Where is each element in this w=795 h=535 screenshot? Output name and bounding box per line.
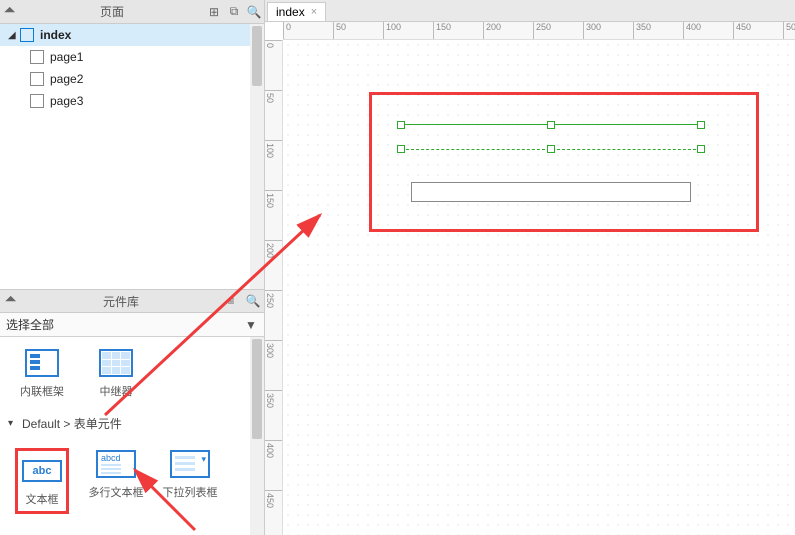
ruler-tick: 0 xyxy=(265,40,282,48)
resize-handle-ne[interactable] xyxy=(697,121,705,129)
tab-close-icon[interactable]: × xyxy=(311,6,317,18)
widget-droplist[interactable]: 下拉列表框 xyxy=(162,448,218,514)
pages-tree: ◢ index page1 page2 page3 xyxy=(0,24,264,289)
widget-label: 多行文本框 xyxy=(89,484,144,500)
library-category[interactable]: ▾ Default > 表单元件 xyxy=(0,409,264,438)
ruler-tick: 400 xyxy=(683,22,701,39)
widget-multiline[interactable]: 多行文本框 xyxy=(88,448,144,514)
ruler-tick: 250 xyxy=(265,290,282,308)
tree-root-index[interactable]: ◢ index xyxy=(0,24,264,46)
inline-frame-icon xyxy=(25,349,59,377)
page-icon xyxy=(30,50,44,64)
tree-item-page1[interactable]: page1 xyxy=(0,46,264,68)
ruler-tick: 300 xyxy=(583,22,601,39)
tab-label: index xyxy=(276,5,305,19)
page-icon xyxy=(30,72,44,86)
scrollbar-thumb[interactable] xyxy=(252,26,262,86)
canvas-textfield-widget[interactable] xyxy=(411,182,691,202)
textfield-icon: abc xyxy=(22,460,62,482)
widget-label: 内联框架 xyxy=(20,383,64,399)
widget-label: 文本框 xyxy=(22,491,62,507)
chevron-down-icon: ▾ xyxy=(8,418,22,429)
add-folder-icon[interactable]: ⧉ xyxy=(224,2,244,22)
resize-handle-n[interactable] xyxy=(547,121,555,129)
ruler-tick: 100 xyxy=(265,140,282,158)
tree-item-label: page3 xyxy=(50,94,83,108)
canvas-tabbar: index × xyxy=(265,0,795,22)
ruler-tick: 150 xyxy=(433,22,451,39)
add-page-icon[interactable]: ⊞ xyxy=(204,2,224,22)
library-panel-header: ◤ 元件库 ≡ 🔍 xyxy=(0,289,264,313)
ruler-tick: 300 xyxy=(265,340,282,358)
library-panel-title: 元件库 xyxy=(22,293,220,310)
widget-inline-frame[interactable]: 内联框架 xyxy=(14,347,70,399)
droplist-icon xyxy=(170,450,210,478)
tree-item-page2[interactable]: page2 xyxy=(0,68,264,90)
selected-widget[interactable] xyxy=(401,124,701,150)
pages-panel-title: 页面 xyxy=(20,3,204,20)
search-pages-icon[interactable]: 🔍 xyxy=(244,2,264,22)
tree-item-label: page2 xyxy=(50,72,83,86)
ruler-tick: 50 xyxy=(783,22,795,39)
ruler-tick: 200 xyxy=(265,240,282,258)
widget-label: 下拉列表框 xyxy=(163,484,218,500)
library-selector-value: 选择全部 xyxy=(6,316,244,333)
multiline-icon xyxy=(96,450,136,478)
ruler-tick: 50 xyxy=(265,90,282,103)
ruler-tick: 350 xyxy=(633,22,651,39)
page-icon xyxy=(30,94,44,108)
tree-expand-icon[interactable]: ◢ xyxy=(8,30,20,41)
ruler-tick: 450 xyxy=(733,22,751,39)
library-scrollbar[interactable] xyxy=(250,337,264,535)
resize-handle-nw[interactable] xyxy=(397,121,405,129)
tree-root-label: index xyxy=(40,28,71,42)
widget-repeater[interactable]: 中继器 xyxy=(88,347,144,399)
annotation-highlight-box xyxy=(369,92,759,232)
ruler-tick: 350 xyxy=(265,390,282,408)
ruler-tick: 200 xyxy=(483,22,501,39)
page-icon xyxy=(20,28,34,42)
ruler-vertical: 0 50 100 150 200 250 300 350 400 450 xyxy=(265,40,283,535)
library-collapse-icon[interactable]: ◤ xyxy=(0,286,26,316)
library-category-label: Default > 表单元件 xyxy=(22,415,122,432)
widget-textfield[interactable]: abc 文本框 xyxy=(14,448,70,514)
resize-handle-se[interactable] xyxy=(697,145,705,153)
tree-item-label: page1 xyxy=(50,50,83,64)
ruler-tick: 100 xyxy=(383,22,401,39)
ruler-tick: 150 xyxy=(265,190,282,208)
ruler-tick: 450 xyxy=(265,490,282,508)
ruler-horizontal: 0 50 100 150 200 250 300 350 400 450 50 xyxy=(283,22,795,40)
library-search-icon[interactable]: 🔍 xyxy=(242,291,264,311)
widget-label: 中继器 xyxy=(100,383,133,399)
tree-scrollbar[interactable] xyxy=(250,24,264,289)
ruler-tick: 0 xyxy=(283,22,291,39)
ruler-tick: 50 xyxy=(333,22,346,39)
tree-item-page3[interactable]: page3 xyxy=(0,90,264,112)
library-menu-icon[interactable]: ≡ xyxy=(220,291,242,311)
ruler-tick: 400 xyxy=(265,440,282,458)
pages-panel-header: ◤ 页面 ⊞ ⧉ 🔍 xyxy=(0,0,264,24)
canvas[interactable] xyxy=(283,40,795,535)
ruler-tick: 250 xyxy=(533,22,551,39)
tab-index[interactable]: index × xyxy=(267,2,326,21)
library-selector[interactable]: 选择全部 ▼ xyxy=(0,313,264,337)
scrollbar-thumb[interactable] xyxy=(252,339,262,439)
repeater-icon xyxy=(99,349,133,377)
dropdown-icon: ▼ xyxy=(244,318,258,332)
resize-handle-s[interactable] xyxy=(547,145,555,153)
library-body: 内联框架 中继器 ▾ Default > 表单元件 abc 文本框 多行文本框 xyxy=(0,337,264,535)
resize-handle-sw[interactable] xyxy=(397,145,405,153)
